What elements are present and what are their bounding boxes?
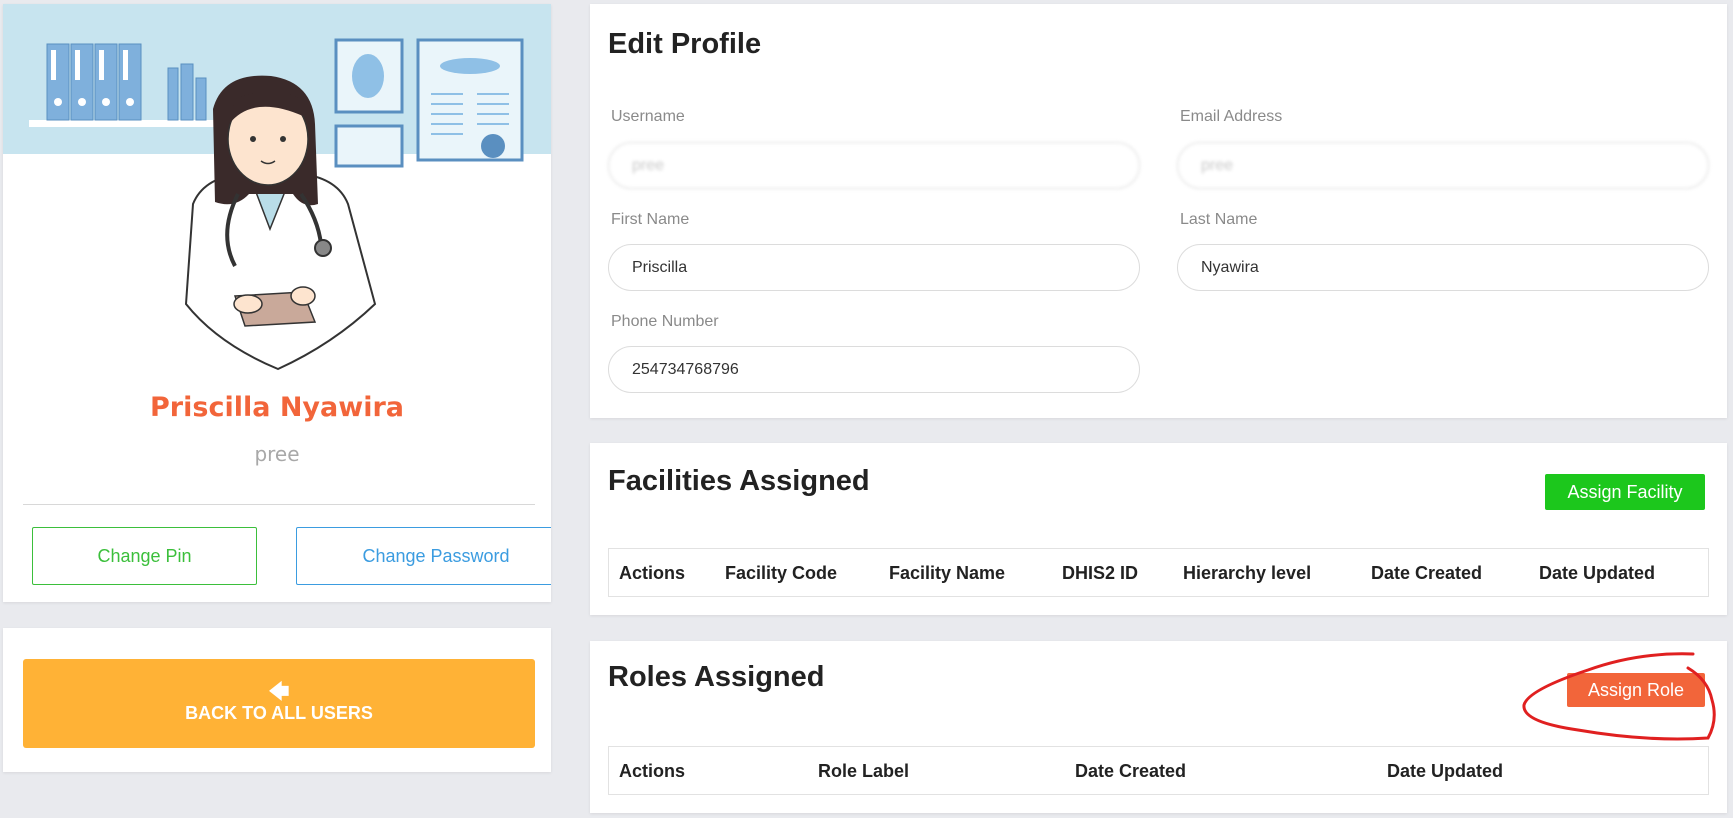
profile-full-name: Priscilla Nyawira — [150, 392, 404, 423]
column-header[interactable]: Facility Name — [889, 563, 1005, 584]
first-name-field[interactable] — [608, 244, 1140, 291]
change-pin-button[interactable]: Change Pin — [32, 527, 257, 585]
first-name-label: First Name — [611, 211, 690, 228]
roles-title: Roles Assigned — [608, 661, 825, 693]
column-header[interactable]: Role Label — [818, 761, 909, 782]
arrow-left-icon: 🡄 — [268, 681, 290, 703]
column-header[interactable]: Hierarchy level — [1183, 563, 1311, 584]
facilities-card: Facilities Assigned Assign Facility Acti… — [590, 443, 1727, 615]
username-field[interactable] — [608, 142, 1140, 189]
column-header[interactable]: Actions — [619, 563, 685, 584]
profile-username: pree — [254, 442, 300, 466]
roles-table-header: Actions Role Label Date Created Date Upd… — [608, 746, 1709, 795]
back-card: 🡄 BACK TO ALL USERS — [3, 628, 551, 772]
column-header[interactable]: Actions — [619, 761, 685, 782]
facilities-table-header: Actions Facility Code Facility Name DHIS… — [608, 548, 1709, 597]
column-header[interactable]: Facility Code — [725, 563, 837, 584]
doctor-avatar-illustration — [29, 38, 524, 371]
facilities-title: Facilities Assigned — [608, 465, 870, 497]
edit-profile-title: Edit Profile — [608, 28, 762, 60]
back-to-all-users-button[interactable]: 🡄 BACK TO ALL USERS — [23, 659, 535, 748]
column-header[interactable]: Date Updated — [1387, 761, 1503, 782]
column-header[interactable]: Date Created — [1371, 563, 1482, 584]
edit-profile-card: Edit Profile Username Email Address Firs… — [590, 4, 1727, 418]
profile-card: Priscilla Nyawira pree Change Pin Change… — [3, 4, 551, 602]
assign-facility-button[interactable]: Assign Facility — [1545, 474, 1705, 510]
column-header[interactable]: DHIS2 ID — [1062, 563, 1138, 584]
email-field[interactable] — [1177, 142, 1709, 189]
username-label: Username — [611, 108, 685, 125]
phone-field[interactable] — [608, 346, 1140, 393]
column-header[interactable]: Date Created — [1075, 761, 1186, 782]
back-button-label: BACK TO ALL USERS — [185, 703, 373, 723]
change-password-button[interactable]: Change Password — [296, 527, 551, 585]
last-name-field[interactable] — [1177, 244, 1709, 291]
divider — [23, 504, 535, 505]
email-label: Email Address — [1180, 108, 1283, 125]
phone-label: Phone Number — [611, 313, 719, 330]
column-header[interactable]: Date Updated — [1539, 563, 1655, 584]
roles-card: Roles Assigned Assign Role Actions Role … — [590, 641, 1727, 813]
assign-role-button[interactable]: Assign Role — [1567, 673, 1705, 707]
last-name-label: Last Name — [1180, 211, 1258, 228]
